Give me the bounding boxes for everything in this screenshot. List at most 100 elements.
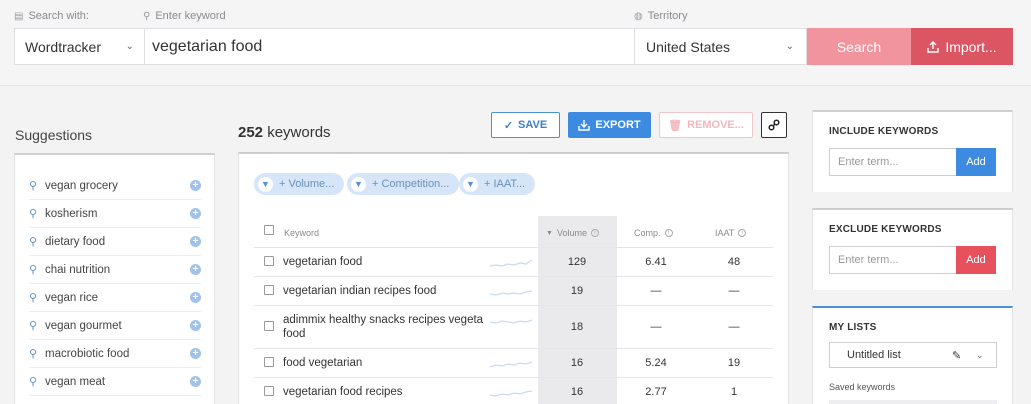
keyword-cell[interactable]: food vegetarian bbox=[283, 356, 493, 370]
keyword-count: 252 keywords bbox=[238, 124, 331, 141]
filter-chip-iaat[interactable]: ▼ + IAAT... bbox=[459, 173, 536, 195]
suggestion-item[interactable]: ⚲ dietary food + bbox=[29, 228, 201, 256]
saved-keywords-box bbox=[829, 400, 997, 404]
select-all-checkbox[interactable] bbox=[264, 225, 274, 235]
include-add-button[interactable]: Add bbox=[956, 148, 996, 176]
filter-chip-volume[interactable]: ▼ + Volume... bbox=[254, 173, 345, 195]
pencil-icon[interactable]: ✎ bbox=[952, 349, 961, 362]
iaat-cell: 19 bbox=[727, 357, 741, 369]
settings-button[interactable] bbox=[761, 112, 787, 138]
suggestion-item[interactable]: ⚲ vegan grocery + bbox=[29, 172, 201, 200]
suggestion-item[interactable]: ⚲ vegan gourmet + bbox=[29, 312, 201, 340]
add-icon[interactable]: + bbox=[190, 236, 201, 247]
trend-sparkline bbox=[490, 390, 532, 397]
add-icon[interactable]: + bbox=[190, 292, 201, 303]
search-icon: ⚲ bbox=[29, 320, 38, 332]
comp-cell: 6.41 bbox=[645, 256, 667, 268]
divider bbox=[254, 377, 773, 378]
row-checkbox[interactable] bbox=[264, 386, 274, 396]
filter-chip-competition[interactable]: ▼ + Competition... bbox=[347, 173, 460, 195]
export-button[interactable]: EXPORT bbox=[568, 112, 651, 138]
trend-sparkline bbox=[490, 319, 532, 324]
filter-icon: ▼ bbox=[258, 176, 273, 192]
filter-icon: ▼ bbox=[351, 176, 366, 192]
suggestion-item[interactable]: ⚲ macrobiotic food + bbox=[29, 340, 201, 368]
row-checkbox[interactable] bbox=[264, 321, 274, 331]
keyword-input[interactable]: vegetarian food bbox=[145, 29, 634, 64]
include-title: INCLUDE KEYWORDS bbox=[829, 126, 939, 137]
add-icon[interactable]: + bbox=[190, 348, 201, 359]
check-icon: ✓ bbox=[503, 119, 514, 132]
exclude-term-input[interactable]: Enter term... bbox=[829, 246, 957, 274]
territory-select[interactable]: United States ⌄ bbox=[634, 29, 806, 64]
add-icon[interactable]: + bbox=[190, 264, 201, 275]
divider bbox=[254, 276, 773, 277]
chevron-down-icon: ⌄ bbox=[785, 41, 794, 52]
search-icon: ⚲ bbox=[143, 10, 151, 22]
trend-sparkline bbox=[490, 361, 532, 368]
volume-cell: 16 bbox=[570, 386, 584, 398]
chevron-down-icon: ⌄ bbox=[125, 41, 134, 52]
info-icon[interactable]: i bbox=[590, 229, 599, 237]
search-fields: Wordtracker ⌄ vegetarian food United Sta… bbox=[14, 28, 807, 65]
remove-button[interactable]: 🗑 REMOVE... bbox=[659, 112, 753, 138]
trash-icon: 🗑 bbox=[668, 119, 683, 132]
comp-cell: 5.24 bbox=[645, 357, 667, 369]
divider bbox=[254, 305, 773, 306]
import-button[interactable]: Import... bbox=[911, 28, 1013, 65]
exclude-title: EXCLUDE KEYWORDS bbox=[829, 224, 942, 235]
row-checkbox[interactable] bbox=[264, 256, 274, 266]
source-select[interactable]: Wordtracker ⌄ bbox=[15, 29, 145, 64]
row-checkbox[interactable] bbox=[264, 285, 274, 295]
volume-cell: 16 bbox=[570, 357, 584, 369]
save-button[interactable]: ✓ SAVE bbox=[491, 112, 560, 138]
info-icon[interactable]: i bbox=[664, 229, 673, 237]
divider bbox=[254, 247, 773, 248]
keyword-cell[interactable]: vegetarian food recipes bbox=[283, 385, 493, 399]
filter-icon: ▼ bbox=[463, 176, 478, 192]
column-header-keyword[interactable]: Keyword bbox=[284, 228, 319, 238]
exclude-add-button[interactable]: Add bbox=[956, 246, 996, 274]
keyword-label: ⚲ Enter keyword bbox=[143, 10, 226, 22]
chevron-down-icon: ⌄ bbox=[976, 349, 984, 360]
comp-cell: 2.77 bbox=[645, 386, 667, 398]
row-checkbox[interactable] bbox=[264, 357, 274, 367]
suggestions-title: Suggestions bbox=[15, 127, 93, 143]
upload-icon bbox=[927, 40, 940, 53]
iaat-cell: 1 bbox=[730, 386, 738, 398]
wrench-icon bbox=[768, 119, 780, 131]
sort-desc-icon: ▼ bbox=[546, 229, 553, 237]
search-button[interactable]: Search bbox=[807, 28, 911, 65]
suggestions-panel: ⚲ vegan grocery + ⚲ kosherism + ⚲ dietar… bbox=[14, 153, 215, 404]
search-bar: ▤ Search with: ⚲ Enter keyword ◍ Territo… bbox=[0, 0, 1031, 86]
add-icon[interactable]: + bbox=[190, 320, 201, 331]
iaat-cell: — bbox=[728, 321, 740, 333]
search-icon: ⚲ bbox=[29, 376, 38, 388]
list-select[interactable]: Untitled list ✎ ⌄ bbox=[829, 342, 997, 368]
keyword-cell[interactable]: adimmix healthy snacks recipes vegeta fo… bbox=[283, 313, 493, 341]
database-icon: ▤ bbox=[14, 10, 24, 22]
suggestion-item[interactable]: ⚲ chai nutrition + bbox=[29, 256, 201, 284]
add-icon[interactable]: + bbox=[190, 208, 201, 219]
comp-cell: — bbox=[650, 285, 662, 297]
info-icon[interactable]: i bbox=[738, 229, 747, 237]
search-icon: ⚲ bbox=[29, 180, 38, 192]
volume-cell: 129 bbox=[567, 256, 587, 268]
search-icon: ⚲ bbox=[29, 208, 38, 220]
suggestion-item[interactable]: ⚲ kosherism + bbox=[29, 200, 201, 228]
add-icon[interactable]: + bbox=[190, 180, 201, 191]
keyword-cell[interactable]: vegetarian food bbox=[283, 255, 493, 269]
iaat-cell: — bbox=[728, 285, 740, 297]
trend-sparkline bbox=[490, 259, 532, 267]
column-header-comp[interactable]: Comp. i bbox=[634, 228, 673, 238]
add-icon[interactable]: + bbox=[190, 376, 201, 387]
column-header-iaat[interactable]: IAAT i bbox=[715, 228, 747, 238]
search-icon: ⚲ bbox=[29, 264, 38, 276]
column-header-volume[interactable]: ▼ Volume i bbox=[546, 228, 599, 238]
keyword-cell[interactable]: vegetarian indian recipes food bbox=[283, 284, 493, 298]
suggestion-item[interactable]: ⚲ vegan meat + bbox=[29, 368, 201, 396]
suggestion-item[interactable]: ⚲ vegan rice + bbox=[29, 284, 201, 312]
territory-label: ◍ Territory bbox=[634, 10, 688, 22]
include-term-input[interactable]: Enter term... bbox=[829, 148, 957, 176]
volume-column-highlight bbox=[538, 216, 617, 404]
